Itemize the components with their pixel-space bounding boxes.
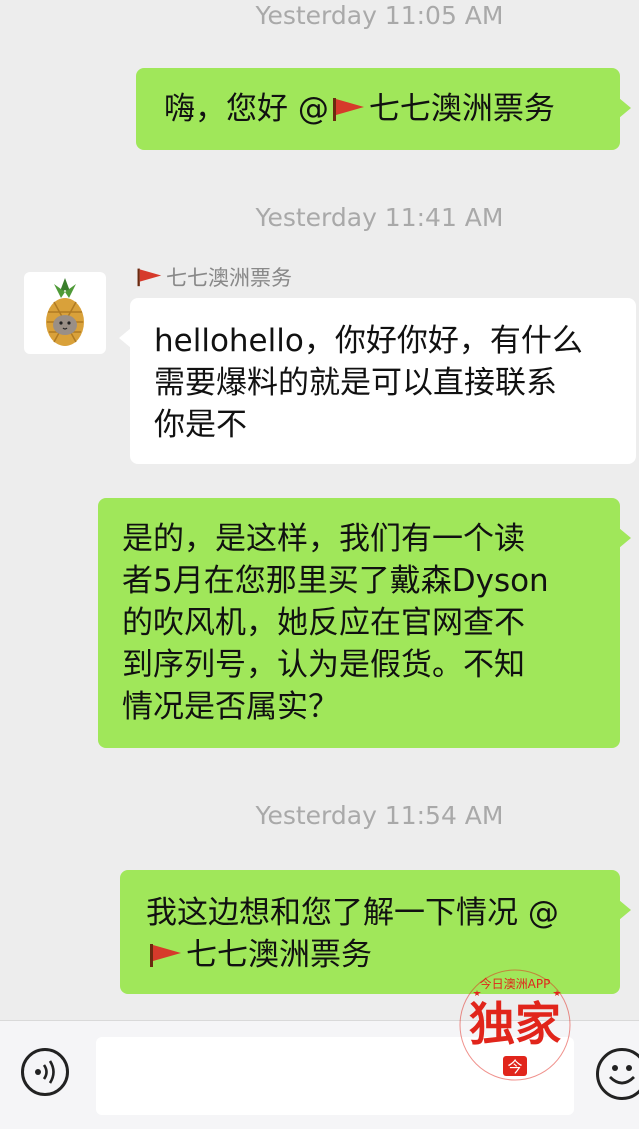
timestamp: Yesterday 11:41 AM	[255, 203, 504, 232]
exclusive-watermark: 今日澳洲APP 独家 今	[456, 966, 574, 1084]
message-line: 需要爆料的就是可以直接联系	[154, 365, 557, 401]
voice-icon[interactable]	[21, 1048, 69, 1096]
outgoing-message-bubble[interactable]: 嗨，您好 @ 七七澳洲票务	[136, 68, 631, 150]
message-line: hellohello，你好你好，有什么	[154, 323, 583, 359]
message-line: 者5月在您那里买了戴森Dyson	[122, 563, 549, 599]
message-line: 你是不	[154, 407, 247, 443]
contact-avatar[interactable]	[24, 272, 106, 354]
message-line: 到序列号，认为是假货。不知	[122, 647, 525, 683]
message-line: 我这边想和您了解一下情况 @	[146, 895, 559, 931]
sender-name: 七七澳洲票务	[134, 262, 292, 294]
timestamp: Yesterday 11:54 AM	[255, 801, 504, 830]
watermark-badge-text: 今	[507, 1058, 522, 1076]
incoming-message-bubble[interactable]: hellohello，你好你好，有什么 需要爆料的就是可以直接联系 你是不	[119, 298, 636, 464]
red-flag-icon	[137, 268, 162, 287]
pineapple-cat-avatar	[46, 278, 84, 346]
emoji-icon[interactable]	[596, 1048, 639, 1100]
red-flag-icon	[150, 944, 181, 967]
watermark-main-text: 独家	[469, 997, 561, 1051]
message-text: 七七澳洲票务	[368, 91, 555, 127]
watermark-arc-text: 今日澳洲APP	[480, 976, 551, 991]
message-line: 是的，是这样，我们有一个读	[122, 521, 525, 557]
red-flag-icon	[332, 98, 364, 121]
message-line: 情况是否属实？	[122, 689, 339, 725]
message-line: 的吹风机，她反应在官网查不	[122, 605, 525, 641]
outgoing-message-bubble[interactable]: 是的，是这样，我们有一个读 者5月在您那里买了戴森Dyson 的吹风机，她反应在…	[98, 498, 631, 748]
message-text: 嗨，您好 @	[164, 91, 329, 127]
timestamp: Yesterday 11:05 AM	[255, 1, 504, 30]
